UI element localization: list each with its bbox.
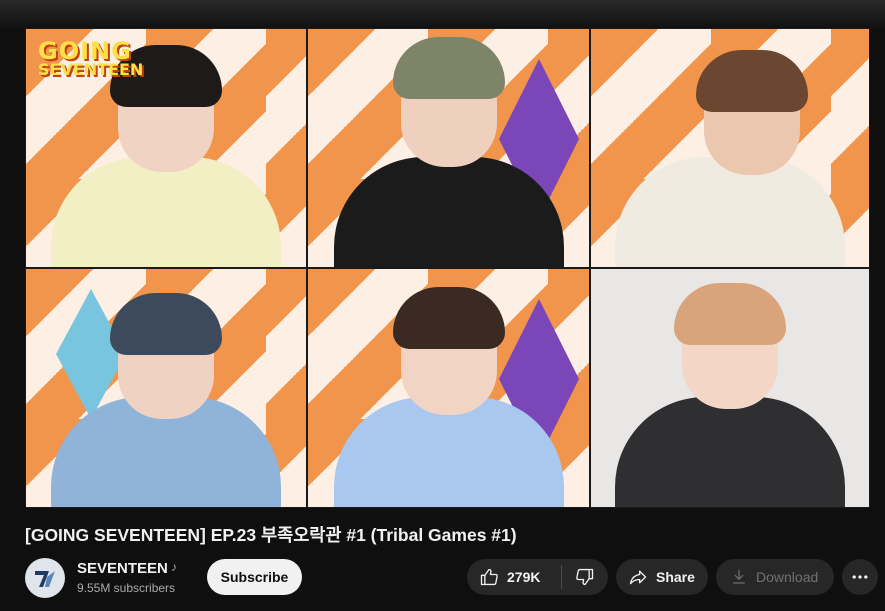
share-label: Share	[656, 569, 695, 585]
logo-line-2: SEVENTEEN	[38, 59, 144, 79]
thumbs-up-icon	[480, 568, 498, 586]
share-arrow-icon	[629, 570, 647, 585]
like-button[interactable]: 279K	[467, 559, 561, 595]
download-label: Download	[756, 569, 819, 585]
video-player[interactable]: GOING SEVENTEEN	[25, 28, 870, 508]
top-gradient	[0, 0, 885, 30]
video-frame-member-3	[590, 28, 870, 268]
video-frame-member-4	[25, 268, 307, 508]
video-title: [GOING SEVENTEEN] EP.23 부족오락관 #1 (Tribal…	[25, 525, 517, 545]
download-button[interactable]: Download	[716, 559, 834, 595]
download-icon	[733, 569, 745, 584]
member-hair	[110, 293, 222, 355]
subscriber-count: 9.55M subscribers	[77, 581, 176, 595]
video-frame-member-6	[590, 268, 870, 508]
dislike-button[interactable]	[562, 559, 608, 595]
member-hair	[392, 287, 505, 349]
like-count: 279K	[507, 569, 541, 585]
more-actions-button[interactable]	[842, 559, 878, 595]
like-dislike-group: 279K	[467, 559, 608, 595]
member-hair	[392, 37, 505, 99]
video-frame-member-1: GOING SEVENTEEN	[25, 28, 307, 268]
channel-name[interactable]: SEVENTEEN	[77, 560, 168, 577]
seventeen-logo-icon	[35, 571, 55, 587]
subscribe-button[interactable]: Subscribe	[207, 559, 302, 595]
share-button[interactable]: Share	[616, 559, 708, 595]
thumbs-down-icon	[576, 568, 594, 586]
music-note-icon: ♪	[171, 560, 177, 574]
member-hair	[674, 283, 786, 345]
video-frame-member-2	[307, 28, 590, 268]
channel-avatar[interactable]	[25, 558, 65, 598]
going-seventeen-logo: GOING SEVENTEEN	[38, 39, 144, 79]
more-horizontal-icon	[852, 575, 868, 579]
video-frame-member-5	[307, 268, 590, 508]
member-hair	[696, 50, 809, 112]
